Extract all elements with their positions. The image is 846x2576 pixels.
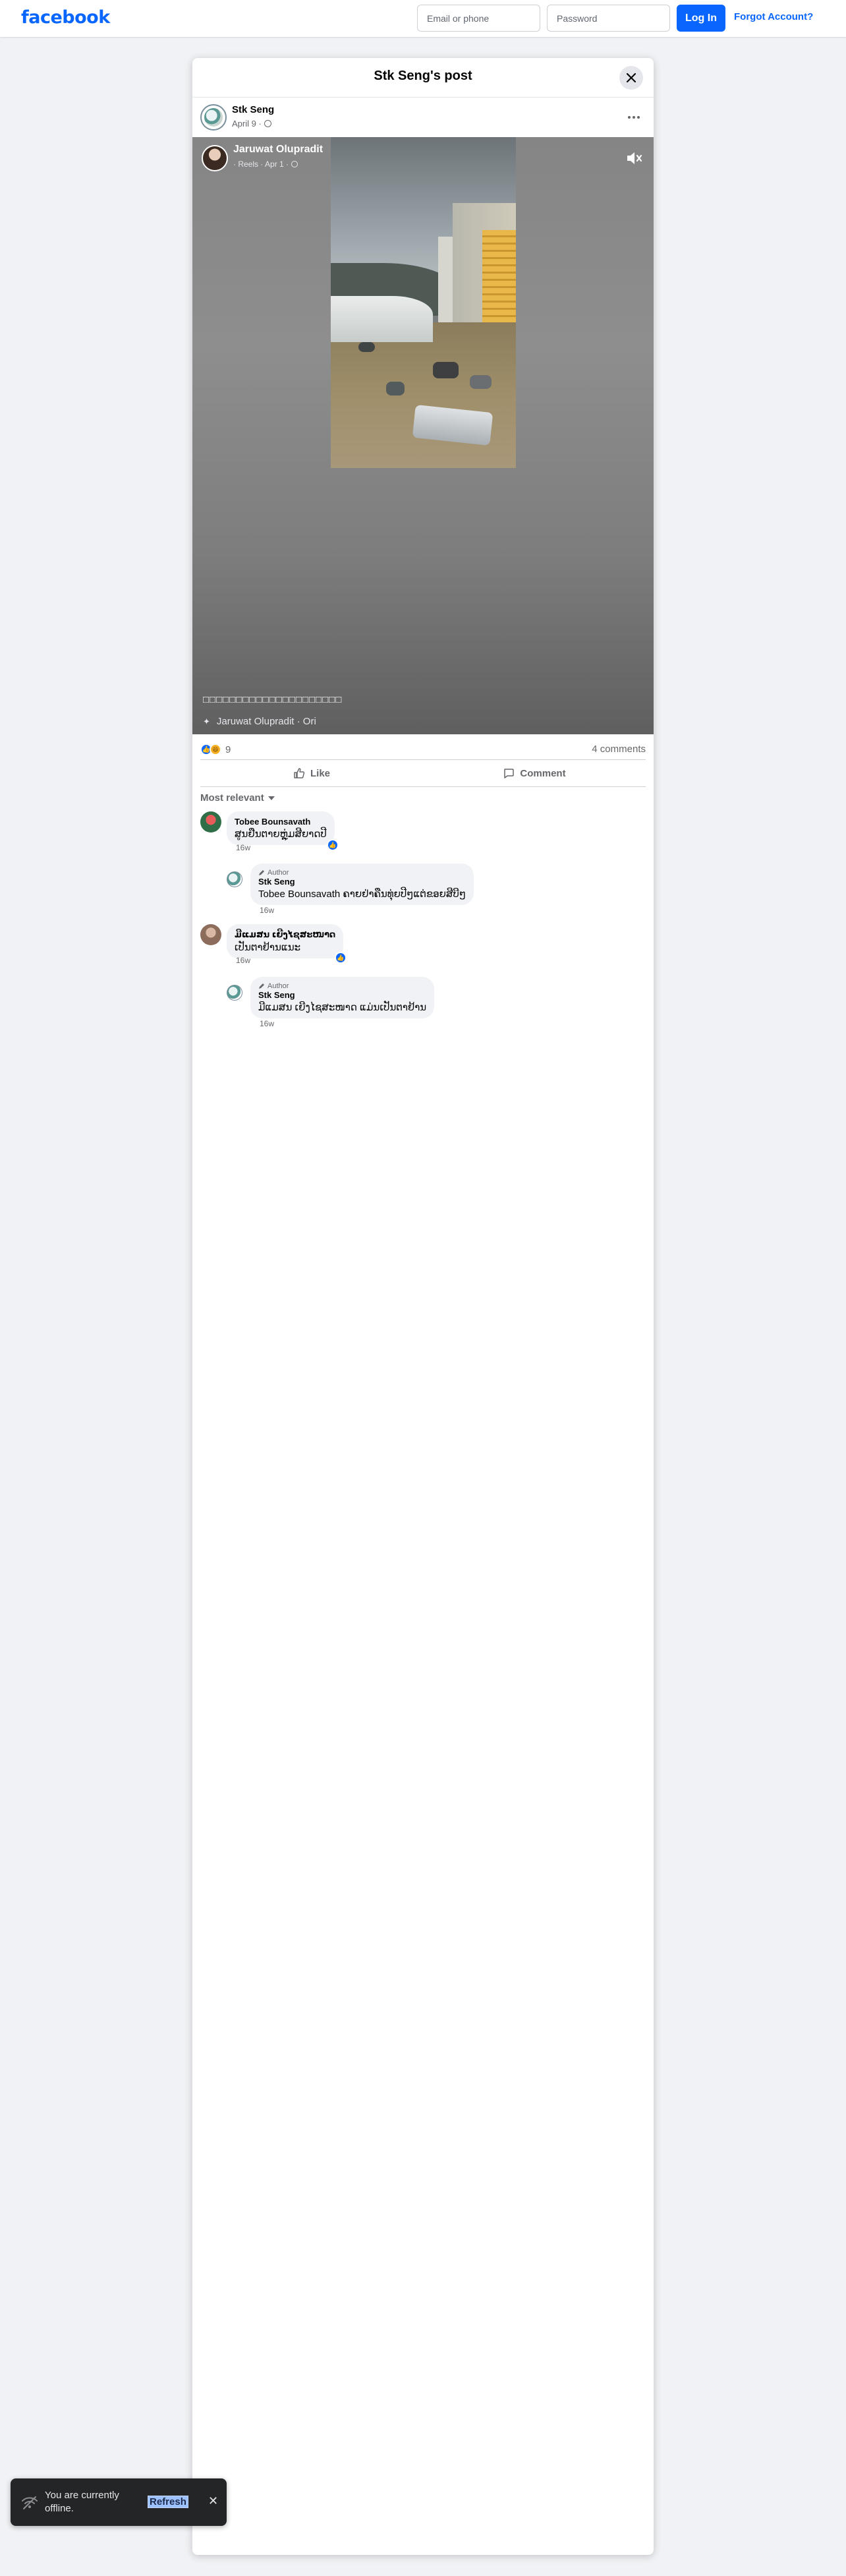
commenter-name[interactable]: Tobee Bounsavath <box>235 817 327 827</box>
like-reaction-icon[interactable]: 👍 <box>327 839 339 851</box>
comment-item: Tobee Bounsavath ສູນຢືນຕາຍຫຼຸ່ມສີຍາດປີ 👍… <box>200 811 646 859</box>
speaker-muted-icon[interactable] <box>625 149 643 167</box>
comment-bubble: Author Stk Seng ມີແມສນ ເຍີງໄຊສະໜາດ ແມ່ນເ… <box>250 977 435 1018</box>
post-stats: 👍 😆 9 4 comments <box>200 741 646 759</box>
commenter-avatar[interactable] <box>200 811 221 833</box>
comment-text: ເປັນຕາຢ້ານແນະ <box>235 942 301 953</box>
comment-label: Comment <box>520 767 566 779</box>
globe-icon <box>291 161 298 167</box>
more-options-button[interactable] <box>623 107 644 128</box>
like-button[interactable]: Like <box>200 760 423 786</box>
video-audio-info[interactable]: ✦ Jaruwat Olupradit · Ori <box>203 716 316 727</box>
reaction-summary[interactable]: 👍 😆 9 <box>200 744 231 755</box>
top-navigation-bar: facebook Log In Forgot Account? <box>0 0 846 37</box>
chevron-down-icon <box>268 796 275 800</box>
video-caption: □□□□□□□□□□□□□□□□□□□□□ <box>203 694 343 705</box>
dialog-header: Stk Seng's post <box>192 58 654 98</box>
video-audio-text: Jaruwat Olupradit · Ori <box>216 716 316 727</box>
video-frame <box>331 137 516 468</box>
comment-time[interactable]: 16w <box>236 843 250 852</box>
login-button[interactable]: Log In <box>677 5 725 32</box>
like-reaction-icon[interactable]: 👍 <box>335 952 347 964</box>
comment-button[interactable]: Comment <box>423 760 646 786</box>
video-owner-avatar[interactable] <box>202 145 228 171</box>
comment-text: ມີແມສນ ເຍີງໄຊສະໜາດ ແມ່ນເປັນຕາຢ້ານ <box>258 1002 427 1013</box>
forgot-account-link[interactable]: Forgot Account? <box>734 11 813 22</box>
like-label: Like <box>310 767 330 779</box>
offline-message: You are currently offline. <box>45 2490 119 2514</box>
post-meta: April 9 · <box>232 119 271 129</box>
comment-bubble: ມີແມສນ ເຍີງໄຊສະໜາດ ເປັນຕາຢ້ານແນະ <box>227 924 344 958</box>
post-actions: Like Comment <box>200 759 646 787</box>
comment-bubble: Tobee Bounsavath ສູນຢືນຕາຍຫຼຸ່ມສີຍາດປີ <box>227 811 335 845</box>
commenter-name[interactable]: Stk Seng <box>258 877 466 887</box>
dialog-title: Stk Seng's post <box>374 69 472 83</box>
music-note-icon: ✦ <box>203 716 210 726</box>
reaction-count: 9 <box>225 744 231 755</box>
comments-count[interactable]: 4 comments <box>592 744 646 755</box>
author-avatar[interactable] <box>227 871 242 887</box>
comment-bubble: Author Stk Seng Tobee Bounsavath ຄາຍຢ່າຄ… <box>250 864 474 905</box>
video-owner-name[interactable]: Jaruwat Olupradit <box>233 144 323 156</box>
sort-label: Most relevant <box>200 792 264 804</box>
commenter-name[interactable]: Stk Seng <box>258 990 426 1000</box>
email-input[interactable] <box>417 5 540 32</box>
thumbs-up-icon <box>294 768 305 778</box>
close-button[interactable] <box>619 66 643 90</box>
refresh-button[interactable]: Refresh <box>148 2496 188 2508</box>
facebook-logo[interactable]: facebook <box>21 7 110 28</box>
password-input[interactable] <box>547 5 670 32</box>
comment-time[interactable]: 16w <box>260 1019 274 1028</box>
comment-bubble-icon <box>504 769 515 778</box>
author-avatar[interactable] <box>200 104 227 131</box>
video-meta-text: · Reels · Apr 1 · <box>233 160 289 169</box>
close-icon[interactable]: ✕ <box>208 2494 218 2508</box>
author-badge-label: Author <box>268 869 289 877</box>
post-dialog: Stk Seng's post Stk Seng April 9 · Jaruw… <box>192 58 654 2555</box>
commenter-avatar[interactable] <box>200 924 221 945</box>
pen-icon <box>259 870 264 875</box>
author-badge: Author <box>258 982 426 990</box>
author-name[interactable]: Stk Seng <box>232 104 274 115</box>
haha-reaction-icon: 😆 <box>210 744 221 755</box>
wifi-off-icon <box>22 2496 38 2509</box>
post-date[interactable]: April 9 · <box>232 119 262 129</box>
pen-icon <box>259 983 264 989</box>
globe-icon <box>264 120 271 127</box>
comment-text: Tobee Bounsavath ຄາຍຢ່າຄືນທຸ່ຍປີໆແຕ່ຂອຍສ… <box>258 889 466 900</box>
offline-toast: You are currently offline. Refresh ✕ <box>11 2478 227 2526</box>
author-badge: Author <box>258 869 466 877</box>
author-avatar[interactable] <box>227 985 242 1001</box>
close-icon <box>626 73 636 83</box>
author-badge-label: Author <box>268 982 289 990</box>
reel-video-player[interactable]: Jaruwat Olupradit · Reels · Apr 1 · □□□□… <box>192 137 654 734</box>
comment-text: ສູນຢືນຕາຍຫຼຸ່ມສີຍາດປີ <box>235 829 327 840</box>
comment-time[interactable]: 16w <box>236 956 250 965</box>
post-header: Stk Seng April 9 · <box>192 98 654 137</box>
reply-item: Author Stk Seng Tobee Bounsavath ຄາຍຢ່າຄ… <box>227 864 646 916</box>
comment-time[interactable]: 16w <box>260 906 274 915</box>
video-meta: · Reels · Apr 1 · <box>233 160 298 169</box>
reply-item: Author Stk Seng ມີແມສນ ເຍີງໄຊສະໜາດ ແມ່ນເ… <box>227 977 646 1030</box>
commenter-name[interactable]: ມີແມສນ ເຍີງໄຊສະໜາດ <box>235 929 335 940</box>
comment-item: ມີແມສນ ເຍີງໄຊສະໜາດ ເປັນຕາຢ້ານແນະ 👍 16w <box>200 924 646 972</box>
comment-sort-dropdown[interactable]: Most relevant <box>200 792 275 804</box>
more-options-icon <box>628 116 640 119</box>
